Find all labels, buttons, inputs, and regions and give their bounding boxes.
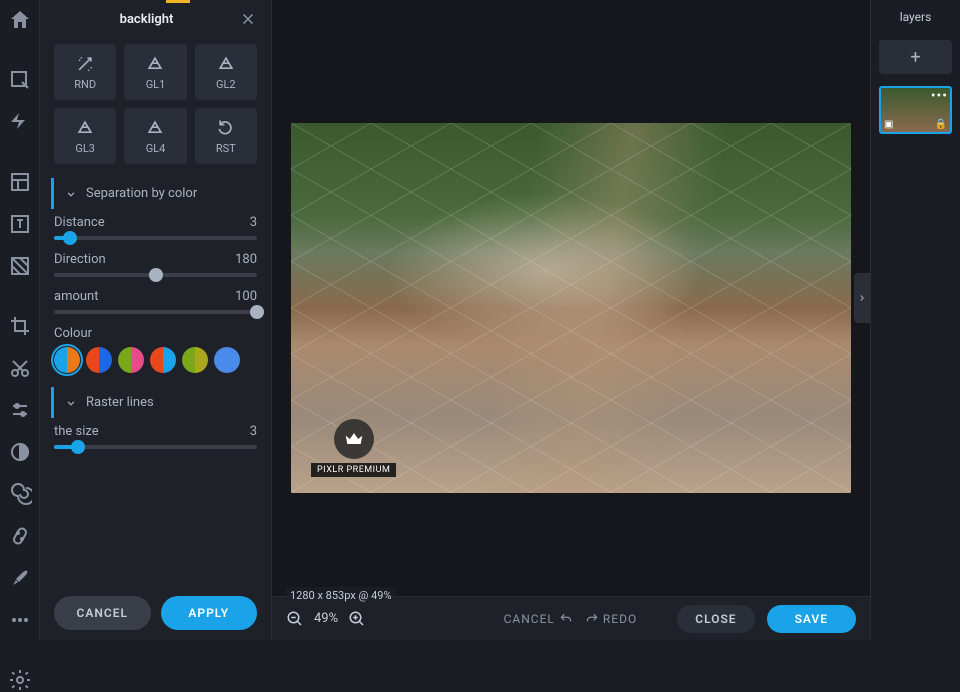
premium-badge[interactable]: PIXLR PREMIUM [311,419,396,477]
contrast-tool-icon[interactable] [8,440,32,464]
chevron-down-icon [64,396,78,410]
preset-rst[interactable]: RST [195,108,257,164]
chevron-down-icon [64,187,78,201]
canvas-area: PIXLR PREMIUM 1280 x 853px @ 49% 49% CAN… [272,0,870,640]
save-button[interactable]: SAVE [767,605,856,633]
zoom-value: 49% [314,611,338,626]
zoom-in-icon[interactable] [348,610,366,628]
crown-icon [344,429,364,449]
layer-lock-icon: 🔒 [935,119,947,130]
preset-gl2[interactable]: GL2 [195,44,257,100]
home-icon[interactable] [8,8,32,32]
amount-slider[interactable] [54,310,257,314]
select-tool-icon[interactable] [8,68,32,92]
crop-tool-icon[interactable] [8,314,32,338]
distance-slider[interactable] [54,236,257,240]
layer-menu-icon[interactable]: ••• [931,88,948,104]
canvas-image: PIXLR PREMIUM [291,123,851,493]
layer-thumb[interactable]: ••• ▣ 🔒 [879,86,952,134]
swatch-3[interactable] [118,347,144,373]
add-layer-button[interactable]: + [879,40,952,74]
size-slider[interactable] [54,445,257,449]
section-separation[interactable]: Separation by color [51,178,257,209]
param-amount: amount100 [54,283,257,320]
swatch-1[interactable] [54,347,80,373]
cut-tool-icon[interactable] [8,356,32,380]
param-colour: Colour [54,320,257,379]
swatch-6[interactable] [214,347,240,373]
settings-icon[interactable] [8,668,32,692]
param-direction: Direction180 [54,246,257,283]
effect-panel: backlight RND GL1 GL2 GL3 GL4 RST Separa… [40,0,272,640]
close-button[interactable]: CLOSE [677,605,754,633]
swatch-4[interactable] [150,347,176,373]
heal-tool-icon[interactable] [8,524,32,548]
panel-title: backlight [54,12,239,27]
cancel-button[interactable]: CANCEL [54,596,151,630]
adjust-tool-icon[interactable] [8,398,32,422]
spiral-tool-icon[interactable] [8,482,32,506]
collapse-right-icon[interactable] [854,273,870,323]
param-distance: Distance3 [54,209,257,246]
canvas-view[interactable]: PIXLR PREMIUM [272,0,870,596]
preset-grid: RND GL1 GL2 GL3 GL4 RST [40,38,271,170]
section-raster[interactable]: Raster lines [51,387,257,418]
close-icon[interactable] [239,10,257,28]
redo-button[interactable]: REDO [585,612,637,626]
swatch-2[interactable] [86,347,112,373]
param-size: the size3 [54,418,257,455]
undo-button[interactable]: CANCEL [504,612,573,626]
pattern-tool-icon[interactable] [8,254,32,278]
apply-button[interactable]: APPLY [161,596,258,630]
preset-gl1[interactable]: GL1 [124,44,186,100]
layer-image-icon: ▣ [884,119,893,130]
direction-slider[interactable] [54,273,257,277]
preset-rnd[interactable]: RND [54,44,116,100]
more-tool-icon[interactable] [8,608,32,632]
brush-tool-icon[interactable] [8,566,32,590]
text-tool-icon[interactable] [8,212,32,236]
canvas-status: 1280 x 853px @ 49% [286,587,396,604]
layers-rail: layers + ••• ▣ 🔒 [870,0,960,640]
left-toolbar [0,0,40,640]
preset-gl3[interactable]: GL3 [54,108,116,164]
layout-tool-icon[interactable] [8,170,32,194]
zoom-out-icon[interactable] [286,610,304,628]
swatch-5[interactable] [182,347,208,373]
preset-gl4[interactable]: GL4 [124,108,186,164]
layers-title: layers [871,0,960,34]
auto-tool-icon[interactable] [8,110,32,134]
